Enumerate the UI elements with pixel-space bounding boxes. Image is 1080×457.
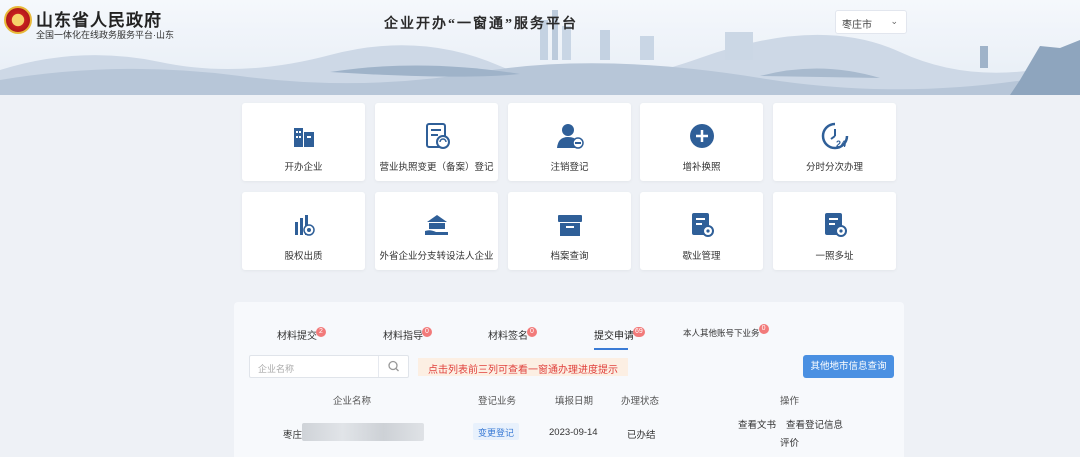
- svg-text:24: 24: [836, 139, 846, 149]
- status-text: 已办结: [627, 430, 656, 441]
- service-label: 营业执照变更（备案）登记: [379, 162, 494, 173]
- other-city-query-button[interactable]: 其他地市信息查询: [803, 355, 894, 378]
- count-badge: 0: [527, 327, 537, 337]
- count-badge: 0: [758, 324, 769, 334]
- tab-material-guide[interactable]: 材料指导 0: [383, 327, 432, 343]
- progress-hint: 点击列表前三列可查看一窗通办理进度提示: [418, 358, 628, 376]
- service-label: 开办企业: [284, 162, 323, 173]
- equity-chart-icon: [294, 215, 315, 236]
- company-name-prefix[interactable]: 枣庄: [283, 427, 302, 441]
- column-header-actions: 操作: [780, 396, 800, 407]
- service-tile-deregistration[interactable]: 注销登记: [508, 103, 631, 181]
- document-refresh-icon: [425, 123, 450, 149]
- document-settings-icon: [824, 213, 847, 237]
- service-label: 外省企业分支转设法人企业: [379, 251, 494, 262]
- chevron-down-icon: ⌄: [890, 16, 898, 26]
- tab-submit-application[interactable]: 提交申请69: [594, 327, 645, 343]
- view-registration-link[interactable]: 查看登记信息: [786, 417, 843, 431]
- gov-subtitle: 全国一体化在线政务服务平台·山东: [36, 30, 174, 40]
- view-documents-link[interactable]: 查看文书: [738, 417, 776, 431]
- search-icon: [388, 360, 399, 372]
- column-header-status: 办理状态: [621, 396, 660, 407]
- platform-title: 企业开办“一窗通”服务平台: [384, 17, 578, 32]
- redacted-company-name: [302, 423, 424, 441]
- column-header-company: 企业名称: [333, 396, 372, 407]
- service-tile-equity-pledge[interactable]: 股权出质: [242, 192, 365, 270]
- tab-material-sign[interactable]: 材料签名 0: [488, 327, 537, 343]
- business-type-badge[interactable]: 变更登记: [473, 423, 520, 440]
- document-gear-icon: [691, 213, 714, 237]
- emblem-icon: [4, 6, 32, 34]
- column-header-business: 登记业务: [478, 396, 517, 407]
- count-badge: 0: [422, 327, 432, 337]
- company-search[interactable]: 企业名称: [249, 355, 409, 378]
- service-tile-open-company[interactable]: 开办企业: [242, 103, 365, 181]
- active-tab-indicator: [594, 348, 628, 350]
- tab-material-submit[interactable]: 材料提交 2: [277, 327, 326, 343]
- service-label: 注销登记: [550, 162, 589, 173]
- city-select[interactable]: 枣庄市 ⌄: [835, 10, 907, 34]
- building-icon: [293, 128, 314, 147]
- count-badge: 2: [316, 327, 326, 337]
- service-label: 股权出质: [284, 251, 323, 262]
- search-input[interactable]: 企业名称: [258, 362, 294, 375]
- service-tile-multi-address[interactable]: 一照多址: [773, 192, 896, 270]
- service-tile-staged-processing[interactable]: 24 分时分次办理: [773, 103, 896, 181]
- archive-box-icon: [557, 215, 582, 236]
- plus-circle-icon: [689, 124, 714, 148]
- service-tile-suspension[interactable]: 歇业管理: [640, 192, 763, 270]
- service-label: 一照多址: [815, 251, 854, 262]
- service-label: 分时分次办理: [805, 162, 863, 173]
- service-label: 增补换照: [682, 162, 721, 173]
- user-minus-icon: [556, 124, 584, 149]
- city-select-value: 枣庄市: [842, 20, 872, 31]
- service-tile-license-reissue[interactable]: 增补换照: [640, 103, 763, 181]
- evaluate-link[interactable]: 评价: [780, 435, 799, 449]
- filing-date[interactable]: 2023-09-14: [549, 427, 598, 438]
- column-header-date: 填报日期: [555, 396, 594, 407]
- page: 山东省人民政府 全国一体化在线政务服务平台·山东 企业开办“一窗通”服务平台 枣…: [0, 0, 1080, 457]
- service-tile-archive-query[interactable]: 档案查询: [508, 192, 631, 270]
- header-banner: 山东省人民政府 全国一体化在线政务服务平台·山东 企业开办“一窗通”服务平台 枣…: [0, 0, 1080, 95]
- service-tile-license-change[interactable]: 营业执照变更（备案）登记: [375, 103, 498, 181]
- clock-24-icon: 24: [821, 122, 848, 150]
- count-badge: 69: [633, 327, 645, 337]
- service-tile-branch-conversion[interactable]: 外省企业分支转设法人企业: [375, 192, 498, 270]
- service-label: 档案查询: [550, 251, 589, 262]
- bank-hand-icon: [424, 215, 448, 235]
- search-button[interactable]: [378, 356, 408, 377]
- tab-other-account-business[interactable]: 本人其他账号下业务 0: [683, 324, 769, 340]
- service-label: 歇业管理: [682, 251, 721, 262]
